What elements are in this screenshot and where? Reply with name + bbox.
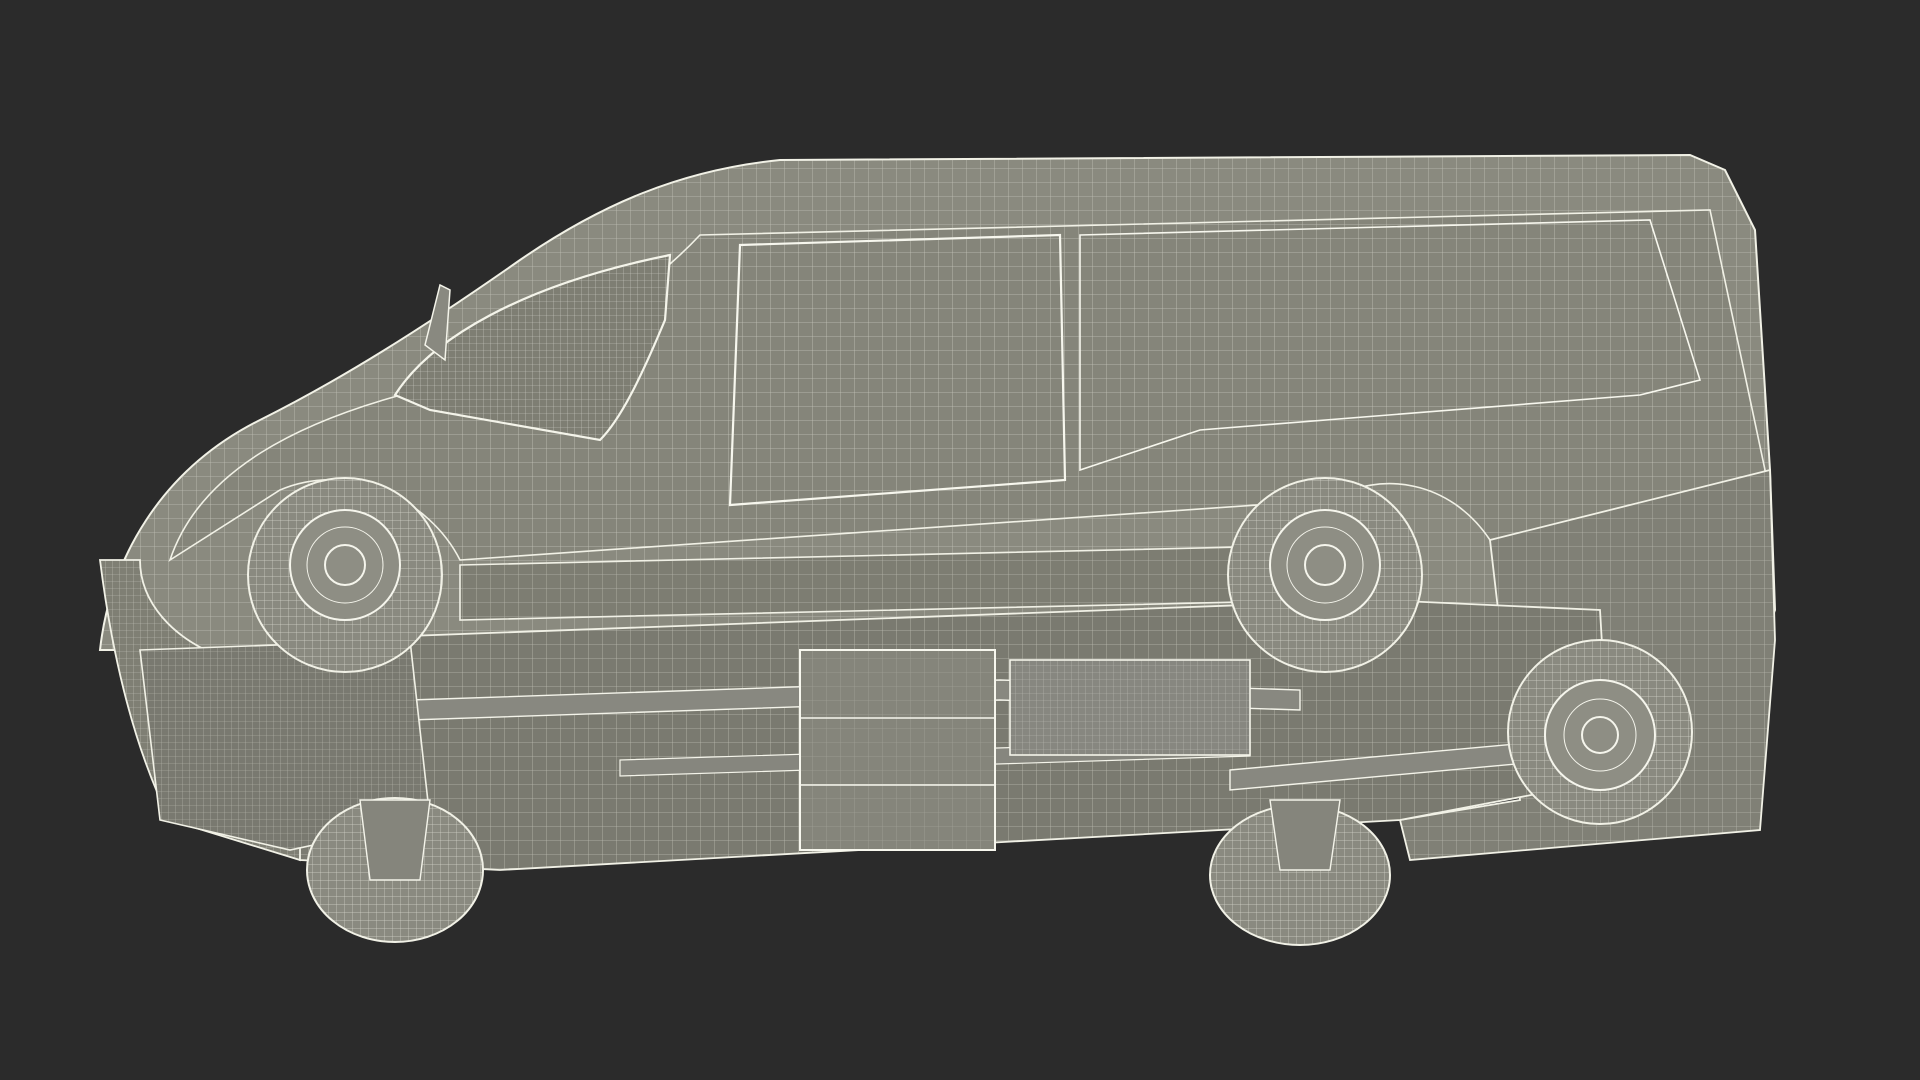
wheel-rim bbox=[1544, 679, 1656, 791]
front-lower-wheel bbox=[306, 797, 484, 943]
front-upper-wheel bbox=[247, 477, 443, 673]
rear-upper-wheel bbox=[1227, 477, 1423, 673]
viewport-canvas bbox=[0, 0, 1920, 1080]
wireframe-van-render bbox=[98, 153, 1777, 946]
front-suspension bbox=[359, 799, 431, 881]
rear-suspension bbox=[1269, 799, 1341, 871]
spare-wheel bbox=[1507, 639, 1693, 825]
